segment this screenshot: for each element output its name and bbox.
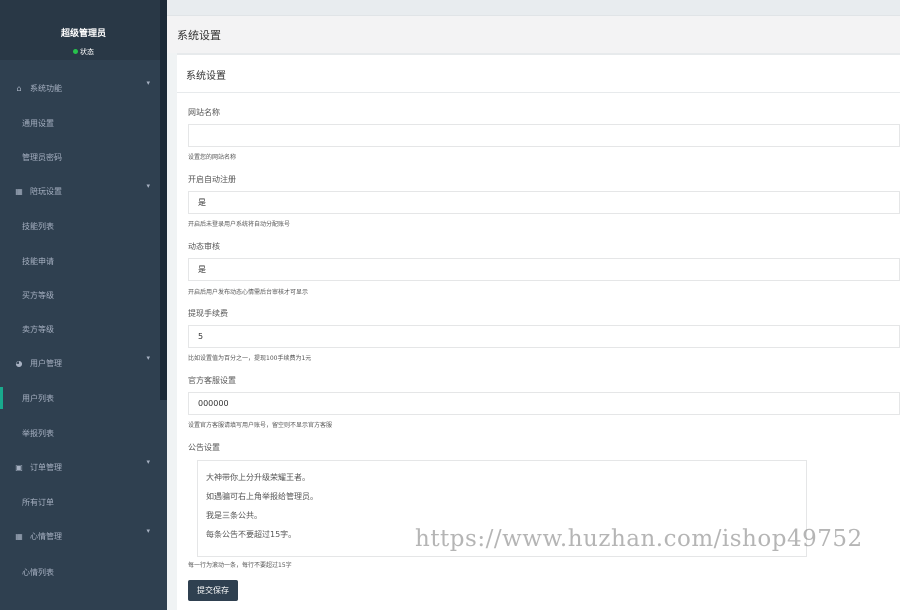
- withdraw-fee-label: 提现手续费: [188, 309, 228, 318]
- sidebar-item-label: 心情列表: [22, 567, 54, 577]
- site-name-help: 设置您的网站名称: [188, 154, 237, 161]
- sidebar-group-label: 用户管理: [30, 358, 62, 368]
- withdraw-fee-help: 比如设置值为百分之一，提现100手续费为1元: [188, 355, 312, 362]
- caret-down-icon: ▾: [146, 182, 150, 190]
- sidebar-group-label: 心情管理: [30, 531, 62, 541]
- official-service-help: 设置官方客服请填写用户账号，留空则不显示官方客服: [188, 422, 333, 429]
- sidebar-item-skill-list[interactable]: 技能列表: [0, 209, 160, 243]
- sidebar: 超级管理员 状态 ⌂ 系统功能 ▾ 通用设置 管理员密码 ▦ 陪玩设置 ▾ 技能…: [0, 0, 167, 610]
- sidebar-group-orders[interactable]: ▣ 订单管理 ▾: [0, 450, 160, 484]
- caret-down-icon: ▾: [146, 354, 150, 362]
- sidebar-item-skill-apply[interactable]: 技能申请: [0, 244, 160, 278]
- pie-icon: ◕: [15, 358, 23, 368]
- sidebar-item-general-settings[interactable]: 通用设置: [0, 106, 160, 140]
- sidebar-group-system[interactable]: ⌂ 系统功能 ▾: [0, 71, 160, 105]
- dynamic-review-select[interactable]: 是: [188, 258, 900, 281]
- profile-panel: 超级管理员 状态: [0, 0, 167, 60]
- sidebar-item-label: 管理员密码: [22, 152, 62, 162]
- sidebar-item-label: 卖方等级: [22, 324, 54, 334]
- sidebar-group-users[interactable]: ◕ 用户管理 ▾: [0, 346, 160, 380]
- notice-line: 我是三条公共。: [206, 511, 262, 520]
- profile-status-label: 状态: [80, 47, 94, 56]
- profile-name[interactable]: 超级管理员: [0, 26, 167, 39]
- grid-icon: ▦: [15, 186, 23, 196]
- site-name-input[interactable]: [188, 124, 900, 147]
- grid-icon: ▦: [15, 531, 23, 541]
- page-header: 系统设置: [167, 16, 900, 53]
- sidebar-item-label: 举报列表: [22, 428, 54, 438]
- monitor-icon: ▣: [15, 462, 23, 472]
- site-name-label: 网站名称: [188, 108, 220, 117]
- notice-help: 每一行为滚动一条，每行不要超过15字: [188, 562, 292, 569]
- sidebar-scrollbar[interactable]: [160, 0, 167, 400]
- sidebar-item-user-list[interactable]: 用户列表: [0, 381, 160, 415]
- sidebar-item-buyer-level[interactable]: 买方等级: [0, 278, 160, 312]
- sidebar-item-label: 用户列表: [22, 393, 54, 403]
- dynamic-review-label: 动态审核: [188, 242, 220, 251]
- withdraw-fee-input[interactable]: 5: [188, 325, 900, 348]
- sidebar-item-label: 所有订单: [22, 497, 54, 507]
- auto-register-help: 开启后未登录用户系统将自动分配账号: [188, 221, 291, 228]
- active-indicator: [0, 387, 3, 409]
- official-service-input[interactable]: 000000: [188, 392, 900, 415]
- sidebar-group-label: 陪玩设置: [30, 186, 62, 196]
- auto-register-select[interactable]: 是: [188, 191, 900, 214]
- panel-title: 系统设置: [177, 55, 900, 93]
- notice-line: 如遇骗可右上角举报给管理员。: [206, 492, 318, 501]
- caret-down-icon: ▾: [146, 527, 150, 535]
- top-bar: [167, 0, 900, 16]
- status-dot-icon: [73, 49, 78, 54]
- caret-down-icon: ▾: [146, 458, 150, 466]
- notice-label: 公告设置: [188, 443, 220, 452]
- sidebar-item-admin-password[interactable]: 管理员密码: [0, 140, 160, 174]
- sidebar-group-mood[interactable]: ▦ 心情管理 ▾: [0, 519, 160, 553]
- watermark-text: https://www.huzhan.com/ishop49752: [415, 526, 863, 552]
- sidebar-group-label: 系统功能: [30, 83, 62, 93]
- home-icon: ⌂: [16, 83, 22, 93]
- official-service-label: 官方客服设置: [188, 376, 236, 385]
- sidebar-item-label: 技能申请: [22, 256, 54, 266]
- notice-line: 大神带你上分升级荣耀王者。: [206, 473, 310, 482]
- auto-register-label: 开启自动注册: [188, 175, 236, 184]
- sidebar-item-seller-level[interactable]: 卖方等级: [0, 312, 160, 346]
- sidebar-item-report-list[interactable]: 举报列表: [0, 416, 160, 450]
- sidebar-group-label: 订单管理: [30, 462, 62, 472]
- submit-save-button[interactable]: 提交保存: [188, 580, 238, 601]
- sidebar-item-label: 买方等级: [22, 290, 54, 300]
- sidebar-item-label: 通用设置: [22, 118, 54, 128]
- sidebar-group-companion[interactable]: ▦ 陪玩设置 ▾: [0, 174, 160, 208]
- dynamic-review-help: 开启后用户发布动态心情需后台审核才可显示: [188, 289, 309, 296]
- page-title: 系统设置: [177, 29, 221, 42]
- sidebar-item-label: 技能列表: [22, 221, 54, 231]
- profile-status: 状态: [73, 47, 94, 57]
- sidebar-item-all-orders[interactable]: 所有订单: [0, 485, 160, 519]
- sidebar-item-mood-list[interactable]: 心情列表: [0, 555, 160, 589]
- caret-down-icon: ▾: [146, 79, 150, 87]
